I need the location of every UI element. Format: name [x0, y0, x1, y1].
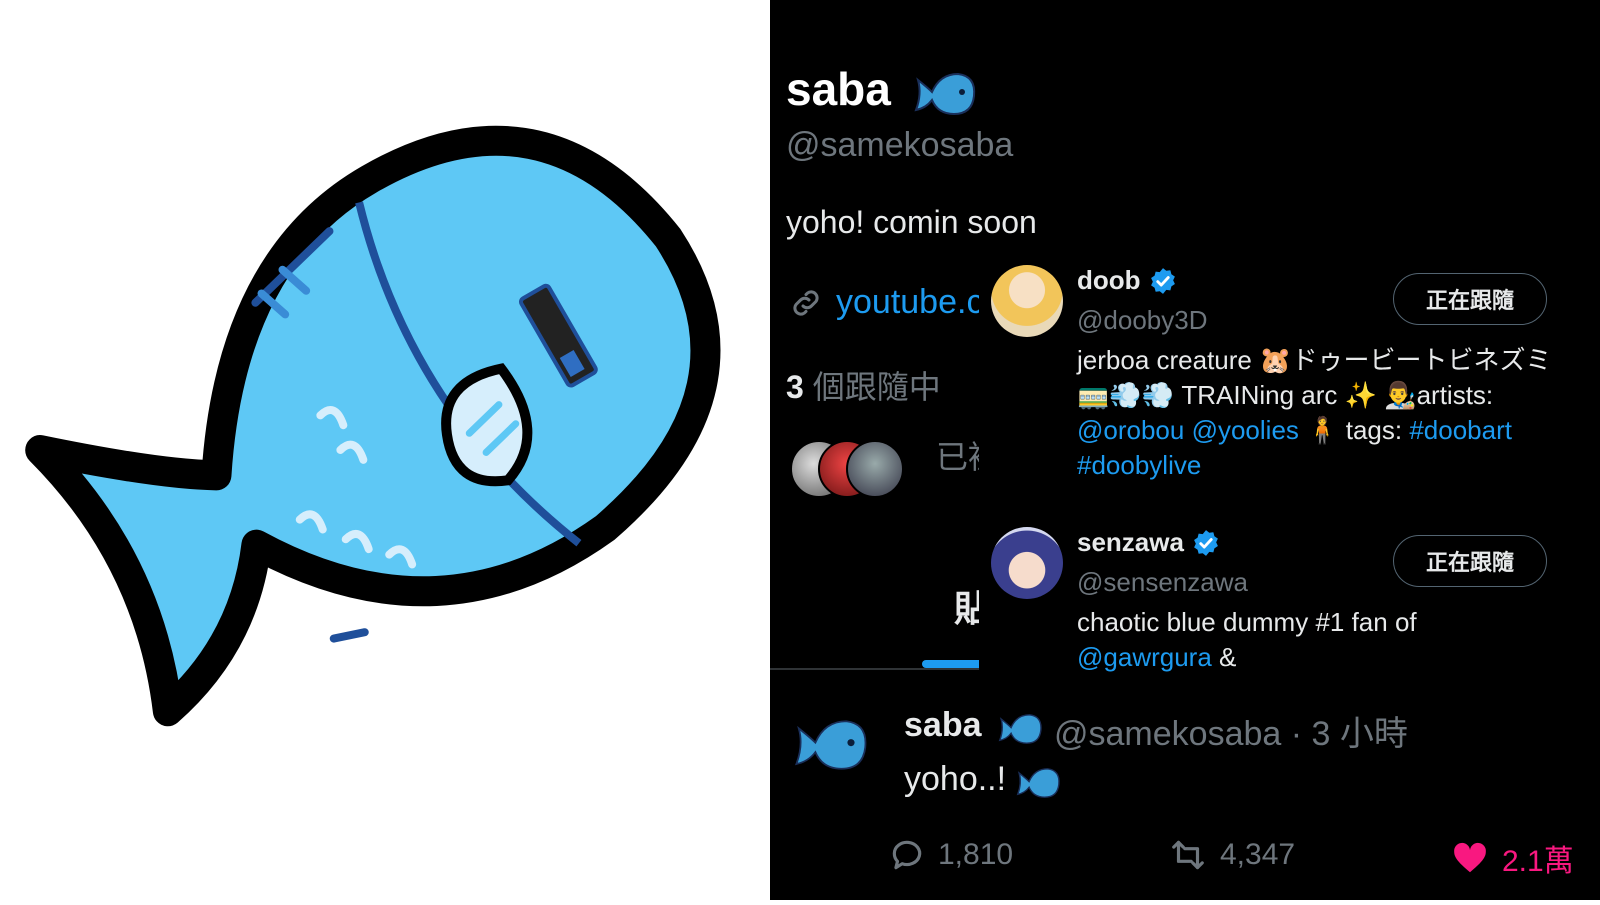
profile-name: saba: [786, 63, 891, 115]
like-count: 2.1萬: [1502, 845, 1574, 878]
profile-link-text[interactable]: youtube.c: [836, 283, 983, 322]
profile-link[interactable]: youtube.c: [788, 283, 983, 322]
following-number: 3: [786, 369, 804, 405]
user-name[interactable]: doob: [1077, 265, 1177, 296]
like-button[interactable]: 2.1萬: [1450, 836, 1574, 880]
bio-text: chaotic blue dummy #1 fan of: [1077, 607, 1417, 637]
tweet-text: yoho..!: [904, 760, 1007, 798]
reply-button[interactable]: 1,810: [888, 836, 1013, 874]
user-name-text: doob: [1077, 265, 1141, 295]
verified-badge-icon: [1194, 529, 1218, 556]
user-name[interactable]: senzawa: [1077, 527, 1220, 558]
profile-handle: @samekosaba: [786, 126, 1014, 164]
retweet-count: 4,347: [1220, 838, 1296, 871]
following-popup: doob @dooby3D 正在跟隨 jerboa creature 🐹ドゥービ…: [979, 255, 1600, 685]
user-bio: chaotic blue dummy #1 fan of @gawrgura &: [1077, 605, 1567, 675]
bio-text: &: [1211, 642, 1237, 672]
reply-icon: [892, 840, 922, 870]
tweet-meta: @samekosaba · 3 小時: [1054, 715, 1408, 753]
fish-icon: [25, 125, 721, 727]
following-button[interactable]: 正在跟隨: [1393, 273, 1547, 325]
fish-icon: [998, 714, 1042, 744]
user-handle: @dooby3D: [1077, 305, 1208, 335]
verified-badge-icon: [1150, 267, 1175, 294]
following-label: 個跟隨中: [803, 369, 941, 405]
following-button[interactable]: 正在跟隨: [1393, 535, 1547, 587]
follower-avatars[interactable]: [790, 440, 910, 500]
hashtag-link[interactable]: #doobart: [1409, 415, 1512, 445]
avatar[interactable]: [991, 527, 1063, 599]
avatar[interactable]: [991, 265, 1063, 337]
retweet-button[interactable]: 4,347: [1168, 836, 1295, 874]
avatar: [846, 440, 904, 498]
reply-count: 1,810: [938, 838, 1014, 871]
bio-text: jerboa creature 🐹ドゥービートビネズミ 🚃💨💨 TRAINing…: [1077, 345, 1552, 410]
user-name-text: senzawa: [1077, 527, 1184, 557]
bio-text: 🧍 tags:: [1298, 415, 1410, 445]
link-icon: [793, 289, 819, 316]
retweet-icon: [1172, 840, 1204, 870]
hashtag-link[interactable]: #doobylive: [1077, 450, 1201, 480]
mention-link[interactable]: @orobou: [1077, 415, 1184, 445]
mention-link[interactable]: @yoolies: [1184, 415, 1299, 445]
profile-bio: yoho! comin soon: [786, 204, 1037, 240]
following-count[interactable]: 3 個跟隨中: [786, 362, 941, 408]
mention-link[interactable]: @gawrgura: [1077, 642, 1212, 672]
heart-icon: [1454, 842, 1486, 873]
fish-icon: [914, 72, 976, 116]
fish-illustration-panel: [0, 0, 770, 900]
user-bio: jerboa creature 🐹ドゥービートビネズミ 🚃💨💨 TRAINing…: [1077, 343, 1567, 483]
user-handle: @sensenzawa: [1077, 567, 1248, 597]
fish-icon[interactable]: [794, 716, 870, 774]
tweet-author-name[interactable]: saba: [904, 706, 982, 745]
fish-icon: [1016, 768, 1060, 798]
